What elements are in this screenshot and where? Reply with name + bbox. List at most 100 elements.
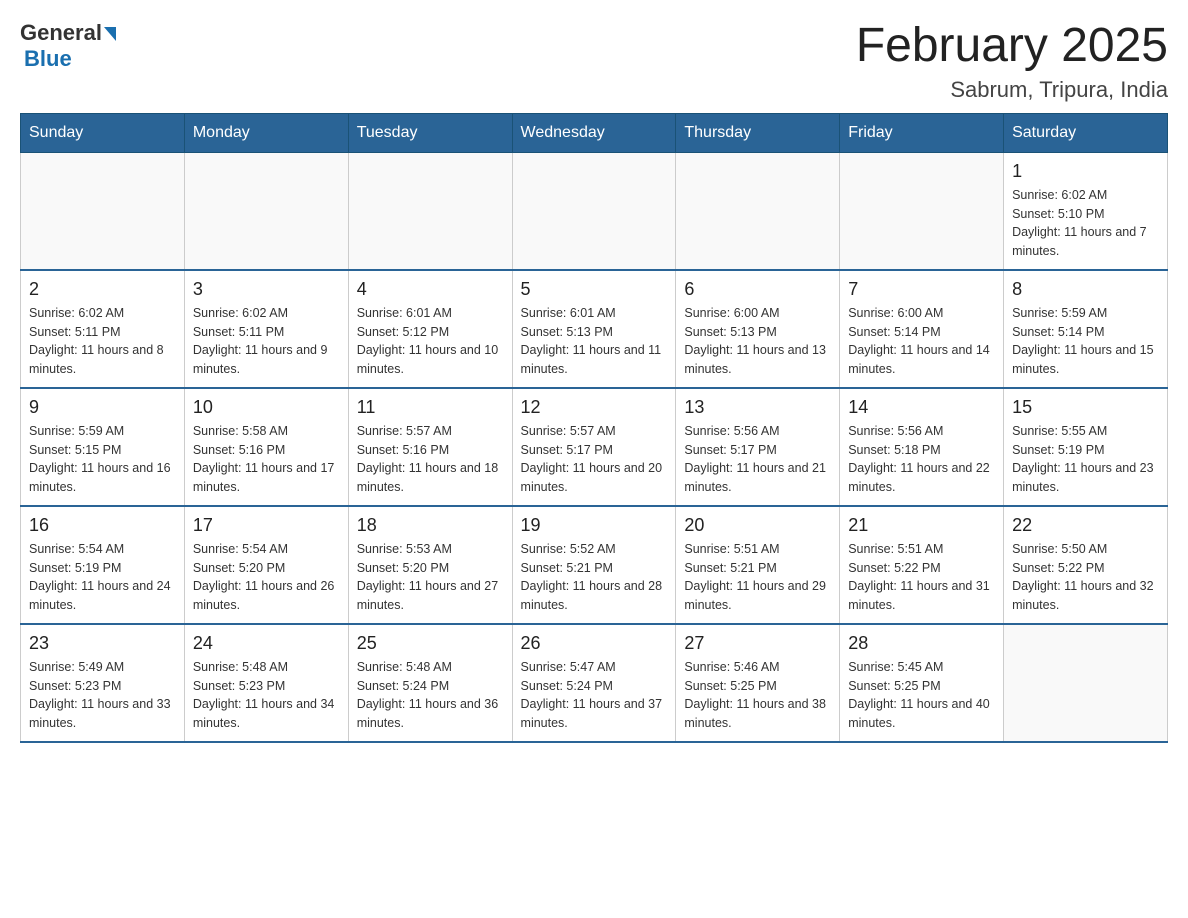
day-number: 11 xyxy=(357,397,504,418)
day-info: Sunrise: 5:57 AMSunset: 5:17 PMDaylight:… xyxy=(521,422,668,497)
calendar-day-cell: 1Sunrise: 6:02 AMSunset: 5:10 PMDaylight… xyxy=(1004,152,1168,270)
day-number: 6 xyxy=(684,279,831,300)
day-info: Sunrise: 6:01 AMSunset: 5:13 PMDaylight:… xyxy=(521,304,668,379)
calendar-week-row: 1Sunrise: 6:02 AMSunset: 5:10 PMDaylight… xyxy=(21,152,1168,270)
day-info: Sunrise: 5:47 AMSunset: 5:24 PMDaylight:… xyxy=(521,658,668,733)
title-section: February 2025 Sabrum, Tripura, India xyxy=(856,20,1168,103)
day-number: 10 xyxy=(193,397,340,418)
day-number: 4 xyxy=(357,279,504,300)
weekday-header-wednesday: Wednesday xyxy=(512,113,676,152)
day-info: Sunrise: 6:01 AMSunset: 5:12 PMDaylight:… xyxy=(357,304,504,379)
calendar-week-row: 16Sunrise: 5:54 AMSunset: 5:19 PMDayligh… xyxy=(21,506,1168,624)
day-info: Sunrise: 5:46 AMSunset: 5:25 PMDaylight:… xyxy=(684,658,831,733)
calendar-day-cell: 25 Sunrise: 5:48 AMSunset: 5:24 PMDayligh… xyxy=(348,624,512,742)
calendar-day-cell xyxy=(840,152,1004,270)
day-number: 27 xyxy=(684,633,831,654)
day-number: 3 xyxy=(193,279,340,300)
day-info: Sunrise: 6:02 AMSunset: 5:11 PMDaylight:… xyxy=(193,304,340,379)
weekday-header-sunday: Sunday xyxy=(21,113,185,152)
calendar-day-cell: 15 Sunrise: 5:55 AMSunset: 5:19 PMDayligh… xyxy=(1004,388,1168,506)
weekday-header-monday: Monday xyxy=(184,113,348,152)
day-info: Sunrise: 5:51 AMSunset: 5:21 PMDaylight:… xyxy=(684,540,831,615)
calendar-day-cell: 20 Sunrise: 5:51 AMSunset: 5:21 PMDayligh… xyxy=(676,506,840,624)
day-info: Sunrise: 5:59 AMSunset: 5:14 PMDaylight:… xyxy=(1012,304,1159,379)
day-number: 16 xyxy=(29,515,176,536)
calendar-day-cell: 7Sunrise: 6:00 AMSunset: 5:14 PMDaylight… xyxy=(840,270,1004,388)
day-number: 13 xyxy=(684,397,831,418)
calendar-day-cell xyxy=(184,152,348,270)
calendar-table: SundayMondayTuesdayWednesdayThursdayFrid… xyxy=(20,113,1168,743)
day-info: Sunrise: 6:00 AMSunset: 5:13 PMDaylight:… xyxy=(684,304,831,379)
day-number: 26 xyxy=(521,633,668,654)
day-info: Sunrise: 5:48 AMSunset: 5:24 PMDaylight:… xyxy=(357,658,504,733)
calendar-week-row: 9 Sunrise: 5:59 AMSunset: 5:15 PMDaylight… xyxy=(21,388,1168,506)
day-number: 25 xyxy=(357,633,504,654)
calendar-day-cell: 19 Sunrise: 5:52 AMSunset: 5:21 PMDayligh… xyxy=(512,506,676,624)
calendar-day-cell: 23 Sunrise: 5:49 AMSunset: 5:23 PMDayligh… xyxy=(21,624,185,742)
day-number: 8 xyxy=(1012,279,1159,300)
day-number: 5 xyxy=(521,279,668,300)
day-info: Sunrise: 5:51 AMSunset: 5:22 PMDaylight:… xyxy=(848,540,995,615)
location-subtitle: Sabrum, Tripura, India xyxy=(856,77,1168,103)
day-info: Sunrise: 5:48 AMSunset: 5:23 PMDaylight:… xyxy=(193,658,340,733)
day-number: 12 xyxy=(521,397,668,418)
calendar-day-cell: 13Sunrise: 5:56 AMSunset: 5:17 PMDayligh… xyxy=(676,388,840,506)
day-number: 24 xyxy=(193,633,340,654)
calendar-day-cell: 3 Sunrise: 6:02 AMSunset: 5:11 PMDaylight… xyxy=(184,270,348,388)
calendar-day-cell xyxy=(348,152,512,270)
calendar-day-cell: 6 Sunrise: 6:00 AMSunset: 5:13 PMDaylight… xyxy=(676,270,840,388)
calendar-day-cell: 10 Sunrise: 5:58 AMSunset: 5:16 PMDayligh… xyxy=(184,388,348,506)
calendar-day-cell: 9 Sunrise: 5:59 AMSunset: 5:15 PMDaylight… xyxy=(21,388,185,506)
day-info: Sunrise: 5:52 AMSunset: 5:21 PMDaylight:… xyxy=(521,540,668,615)
day-info: Sunrise: 5:54 AMSunset: 5:20 PMDaylight:… xyxy=(193,540,340,615)
weekday-header-friday: Friday xyxy=(840,113,1004,152)
weekday-header-saturday: Saturday xyxy=(1004,113,1168,152)
logo-arrow-icon xyxy=(104,27,116,41)
calendar-day-cell: 28Sunrise: 5:45 AMSunset: 5:25 PMDayligh… xyxy=(840,624,1004,742)
weekday-header-row: SundayMondayTuesdayWednesdayThursdayFrid… xyxy=(21,113,1168,152)
calendar-day-cell: 2 Sunrise: 6:02 AMSunset: 5:11 PMDaylight… xyxy=(21,270,185,388)
month-title: February 2025 xyxy=(856,20,1168,73)
calendar-day-cell: 22Sunrise: 5:50 AMSunset: 5:22 PMDayligh… xyxy=(1004,506,1168,624)
day-info: Sunrise: 5:50 AMSunset: 5:22 PMDaylight:… xyxy=(1012,540,1159,615)
logo-blue-label: Blue xyxy=(20,46,72,72)
day-number: 15 xyxy=(1012,397,1159,418)
calendar-day-cell: 4 Sunrise: 6:01 AMSunset: 5:12 PMDaylight… xyxy=(348,270,512,388)
calendar-day-cell: 17 Sunrise: 5:54 AMSunset: 5:20 PMDayligh… xyxy=(184,506,348,624)
day-number: 1 xyxy=(1012,161,1159,182)
day-number: 28 xyxy=(848,633,995,654)
calendar-day-cell: 21 Sunrise: 5:51 AMSunset: 5:22 PMDayligh… xyxy=(840,506,1004,624)
day-number: 18 xyxy=(357,515,504,536)
day-info: Sunrise: 5:56 AMSunset: 5:18 PMDaylight:… xyxy=(848,422,995,497)
logo-general-text: General xyxy=(20,20,116,46)
calendar-day-cell: 11Sunrise: 5:57 AMSunset: 5:16 PMDayligh… xyxy=(348,388,512,506)
day-number: 20 xyxy=(684,515,831,536)
day-number: 21 xyxy=(848,515,995,536)
logo: General Blue xyxy=(20,20,116,72)
calendar-day-cell: 18 Sunrise: 5:53 AMSunset: 5:20 PMDayligh… xyxy=(348,506,512,624)
day-number: 17 xyxy=(193,515,340,536)
calendar-day-cell xyxy=(1004,624,1168,742)
calendar-body: 1Sunrise: 6:02 AMSunset: 5:10 PMDaylight… xyxy=(21,152,1168,742)
calendar-day-cell: 26 Sunrise: 5:47 AMSunset: 5:24 PMDayligh… xyxy=(512,624,676,742)
day-info: Sunrise: 5:49 AMSunset: 5:23 PMDaylight:… xyxy=(29,658,176,733)
day-number: 9 xyxy=(29,397,176,418)
calendar-day-cell: 24 Sunrise: 5:48 AMSunset: 5:23 PMDayligh… xyxy=(184,624,348,742)
day-info: Sunrise: 5:53 AMSunset: 5:20 PMDaylight:… xyxy=(357,540,504,615)
calendar-day-cell xyxy=(676,152,840,270)
calendar-day-cell: 5 Sunrise: 6:01 AMSunset: 5:13 PMDaylight… xyxy=(512,270,676,388)
day-info: Sunrise: 5:55 AMSunset: 5:19 PMDaylight:… xyxy=(1012,422,1159,497)
calendar-week-row: 23 Sunrise: 5:49 AMSunset: 5:23 PMDayligh… xyxy=(21,624,1168,742)
day-number: 14 xyxy=(848,397,995,418)
day-number: 2 xyxy=(29,279,176,300)
calendar-day-cell xyxy=(21,152,185,270)
day-number: 23 xyxy=(29,633,176,654)
logo-general-label: General xyxy=(20,20,102,46)
calendar-day-cell: 16Sunrise: 5:54 AMSunset: 5:19 PMDayligh… xyxy=(21,506,185,624)
calendar-week-row: 2 Sunrise: 6:02 AMSunset: 5:11 PMDaylight… xyxy=(21,270,1168,388)
day-info: Sunrise: 5:58 AMSunset: 5:16 PMDaylight:… xyxy=(193,422,340,497)
day-info: Sunrise: 6:02 AMSunset: 5:11 PMDaylight:… xyxy=(29,304,176,379)
day-info: Sunrise: 5:59 AMSunset: 5:15 PMDaylight:… xyxy=(29,422,176,497)
day-number: 19 xyxy=(521,515,668,536)
calendar-day-cell xyxy=(512,152,676,270)
